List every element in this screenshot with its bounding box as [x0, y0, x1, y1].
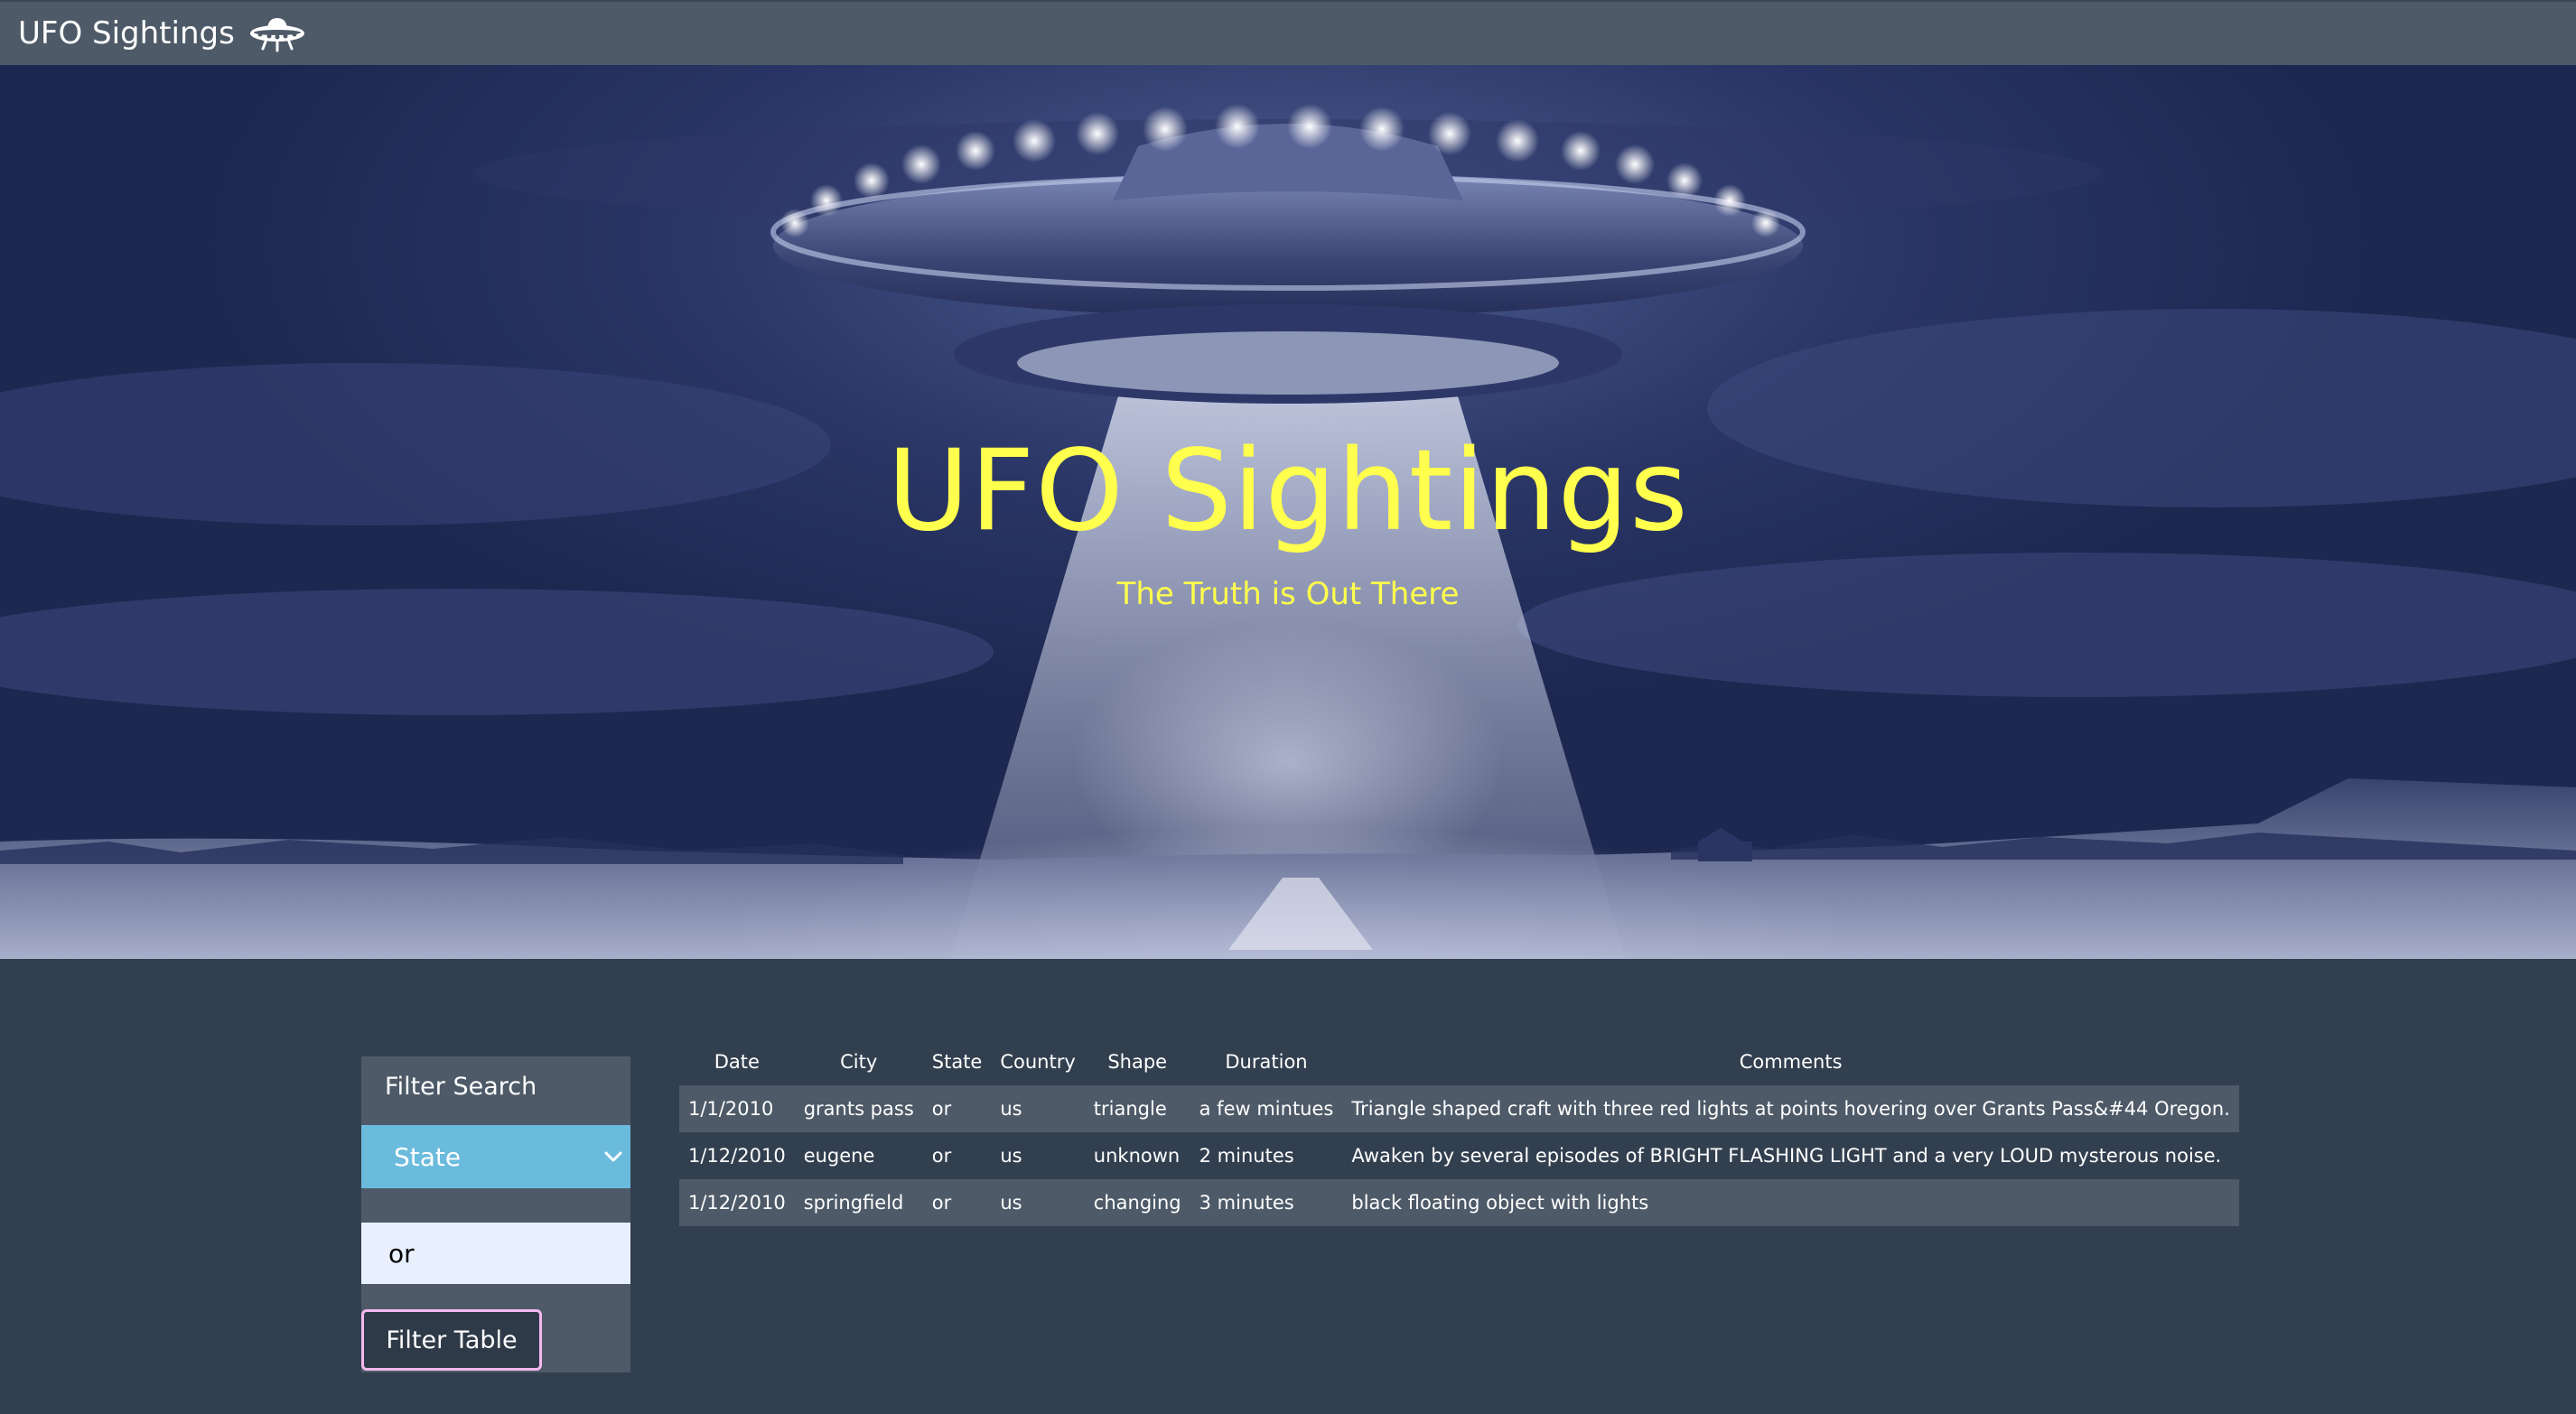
column-header-date: Date: [714, 1051, 760, 1073]
column-header-shape: Shape: [1107, 1051, 1168, 1073]
cell-comments: Awaken by several episodes of BRIGHT FLA…: [1351, 1145, 2222, 1167]
cell-shape: unknown: [1093, 1145, 1181, 1167]
filter-heading: Filter Search: [385, 1073, 537, 1101]
cell-city: grants pass: [803, 1098, 914, 1120]
table-row: 1/12/2010 eugene or us unknown 2 minutes…: [679, 1132, 2239, 1179]
column-header-city: City: [840, 1051, 878, 1073]
filter-panel: Filter Search State Filter Table: [361, 1056, 630, 1372]
filter-select-value: State: [394, 1141, 462, 1172]
cell-country: us: [1000, 1098, 1022, 1120]
cell-duration: 3 minutes: [1199, 1192, 1294, 1214]
cell-shape: changing: [1093, 1192, 1181, 1214]
filter-table-button[interactable]: Filter Table: [361, 1309, 542, 1371]
hero-title: UFO Sightings: [887, 426, 1689, 556]
cell-state: or: [931, 1192, 952, 1214]
cell-shape: triangle: [1093, 1098, 1167, 1120]
cell-date: 1/1/2010: [688, 1098, 774, 1120]
cell-duration: a few mintues: [1199, 1098, 1334, 1120]
filter-value-input[interactable]: [361, 1223, 630, 1284]
hero-banner: UFO Sightings The Truth is Out There: [0, 65, 2576, 959]
filter-field-select[interactable]: State: [361, 1125, 630, 1188]
navbar-brand[interactable]: UFO Sightings: [18, 13, 307, 54]
cell-country: us: [1000, 1192, 1022, 1214]
column-header-duration: Duration: [1225, 1051, 1308, 1073]
column-header-state: State: [931, 1051, 983, 1073]
cell-date: 1/12/2010: [688, 1145, 786, 1167]
cell-comments: black floating object with lights: [1351, 1192, 1649, 1214]
table-row: 1/1/2010 grants pass or us triangle a fe…: [679, 1085, 2239, 1132]
table-header-row: Date City State Country Shape Duration C…: [679, 1038, 2239, 1085]
flying-saucer-icon: [249, 18, 304, 52]
sightings-table: Date City State Country Shape Duration C…: [679, 1038, 2239, 1226]
cell-city: springfield: [803, 1192, 904, 1214]
cell-state: or: [931, 1098, 952, 1120]
cell-city: eugene: [803, 1145, 875, 1167]
chevron-down-icon: [604, 1151, 622, 1162]
cell-state: or: [931, 1145, 952, 1167]
cell-country: us: [1000, 1145, 1022, 1167]
hero-subtitle: The Truth is Out There: [1116, 576, 1460, 612]
column-header-comments: Comments: [1739, 1051, 1843, 1073]
table-row: 1/12/2010 springfield or us changing 3 m…: [679, 1179, 2239, 1226]
cell-duration: 2 minutes: [1199, 1145, 1294, 1167]
navbar: UFO Sightings: [0, 0, 2576, 65]
cell-comments: Triangle shaped craft with three red lig…: [1351, 1098, 2230, 1120]
column-header-country: Country: [1000, 1051, 1076, 1073]
cell-date: 1/12/2010: [688, 1192, 786, 1214]
brand-title: UFO Sightings: [18, 15, 235, 51]
